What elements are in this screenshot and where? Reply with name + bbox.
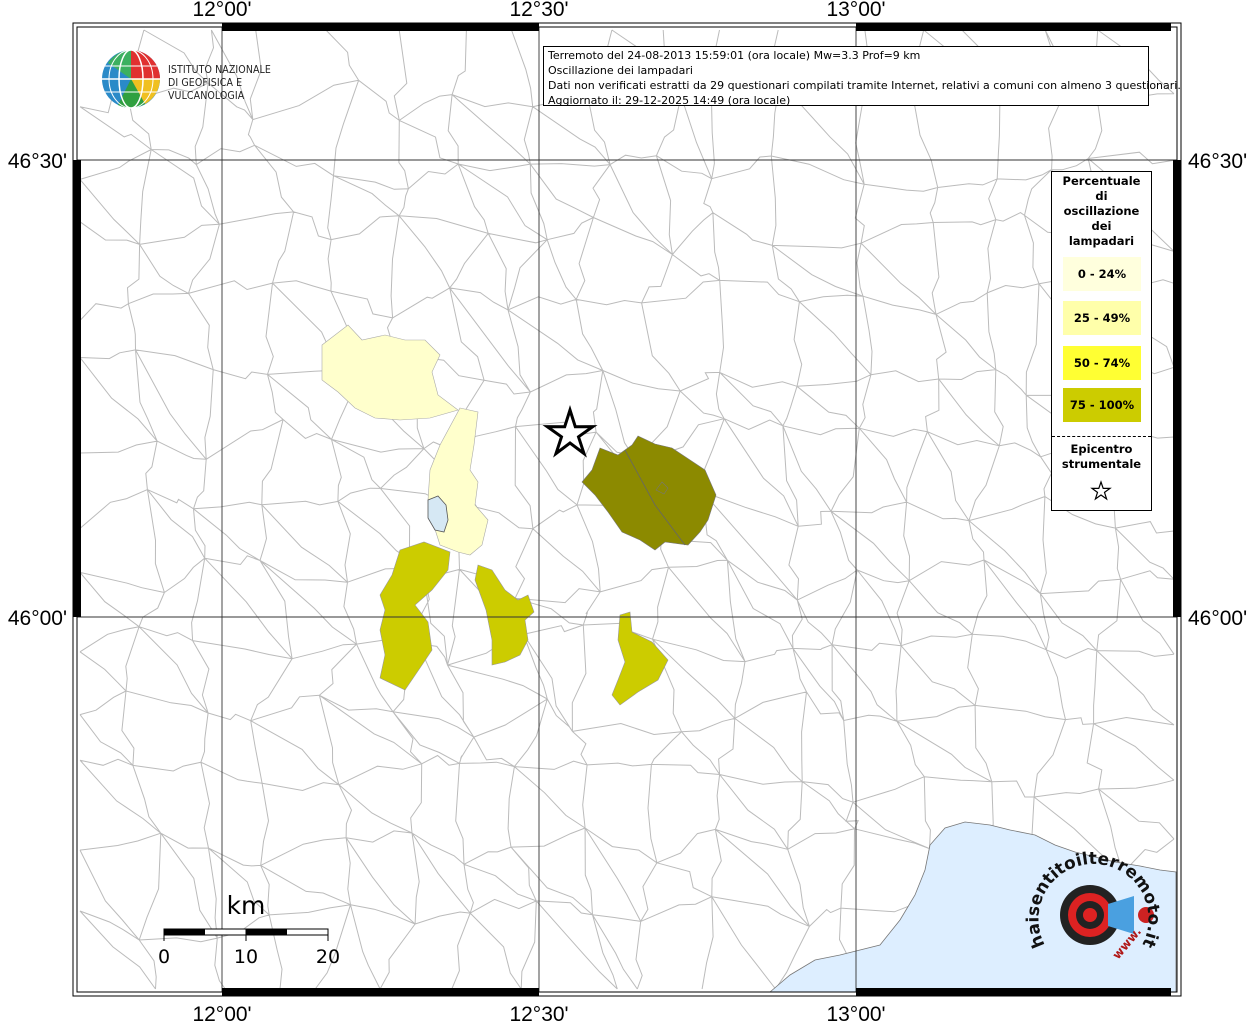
legend-class-0-24: 0 - 24% <box>1063 257 1141 291</box>
info-line-parameter: Oscillazione dei lampadari <box>548 64 693 77</box>
scale-tick-0: 0 <box>158 946 170 968</box>
logo-line-1: ISTITUTO NAZIONALE <box>168 64 271 76</box>
ingv-logo: ISTITUTO NAZIONALE DI GEOFISICA E VULCAN… <box>100 48 320 110</box>
legend-title-line: oscillazione <box>1063 204 1140 218</box>
legend-epicenter-line: strumentale <box>1061 457 1142 471</box>
scale-tick-20: 20 <box>316 946 340 968</box>
info-line-event: Terremoto del 24-08-2013 15:59:01 (ora l… <box>548 49 921 62</box>
lon-label-bottom-1: 12°00' <box>192 1003 251 1024</box>
lat-label-left-2: 46°00' <box>8 607 67 630</box>
logo-line-2: DI GEOFISICA E VULCANOLOGIA <box>168 77 245 102</box>
legend-class-50-74: 50 - 74% <box>1063 346 1141 380</box>
scale-unit: km <box>227 891 266 920</box>
legend-title-line: Percentuale <box>1062 174 1141 188</box>
legend-star-icon <box>1090 480 1112 501</box>
scale-tick-10: 10 <box>234 946 258 968</box>
legend-title-line: lampadari <box>1068 234 1135 248</box>
legend-title-line: di <box>1095 189 1108 203</box>
globe-icon <box>102 49 160 109</box>
legend-class-75-100: 75 - 100% <box>1063 388 1141 422</box>
legend-title-line: dei <box>1091 219 1112 233</box>
lat-label-right-1: 46°30' <box>1188 150 1247 173</box>
lon-label-top-2: 12°30' <box>509 0 568 21</box>
legend-epicenter-line: Epicentro <box>1070 442 1133 456</box>
legend-title: Percentuale di oscillazione dei lampadar… <box>1052 174 1151 249</box>
legend-epicenter-title: Epicentro strumentale <box>1052 442 1151 472</box>
info-line-source: Dati non verificati estratti da 29 quest… <box>548 79 1181 92</box>
lat-label-left-1: 46°30' <box>8 150 67 173</box>
lat-label-right-2: 46°00' <box>1188 607 1247 630</box>
legend-separator <box>1052 436 1151 437</box>
lon-label-top-1: 12°00' <box>192 0 251 21</box>
legend: Percentuale di oscillazione dei lampadar… <box>1051 171 1152 511</box>
info-line-updated: Aggiornato il: 29-12-2025 14:49 (ora loc… <box>548 94 791 107</box>
lon-label-bottom-3: 13°00' <box>826 1003 885 1024</box>
legend-class-25-49: 25 - 49% <box>1063 301 1141 335</box>
info-box: Terremoto del 24-08-2013 15:59:01 (ora l… <box>543 46 1181 107</box>
lon-label-bottom-2: 12°30' <box>509 1003 568 1024</box>
intensity-map: 12°00' 12°30' 13°00' 12°00' 12°30' 13°00… <box>8 0 1247 1024</box>
lon-label-top-3: 13°00' <box>826 0 885 21</box>
